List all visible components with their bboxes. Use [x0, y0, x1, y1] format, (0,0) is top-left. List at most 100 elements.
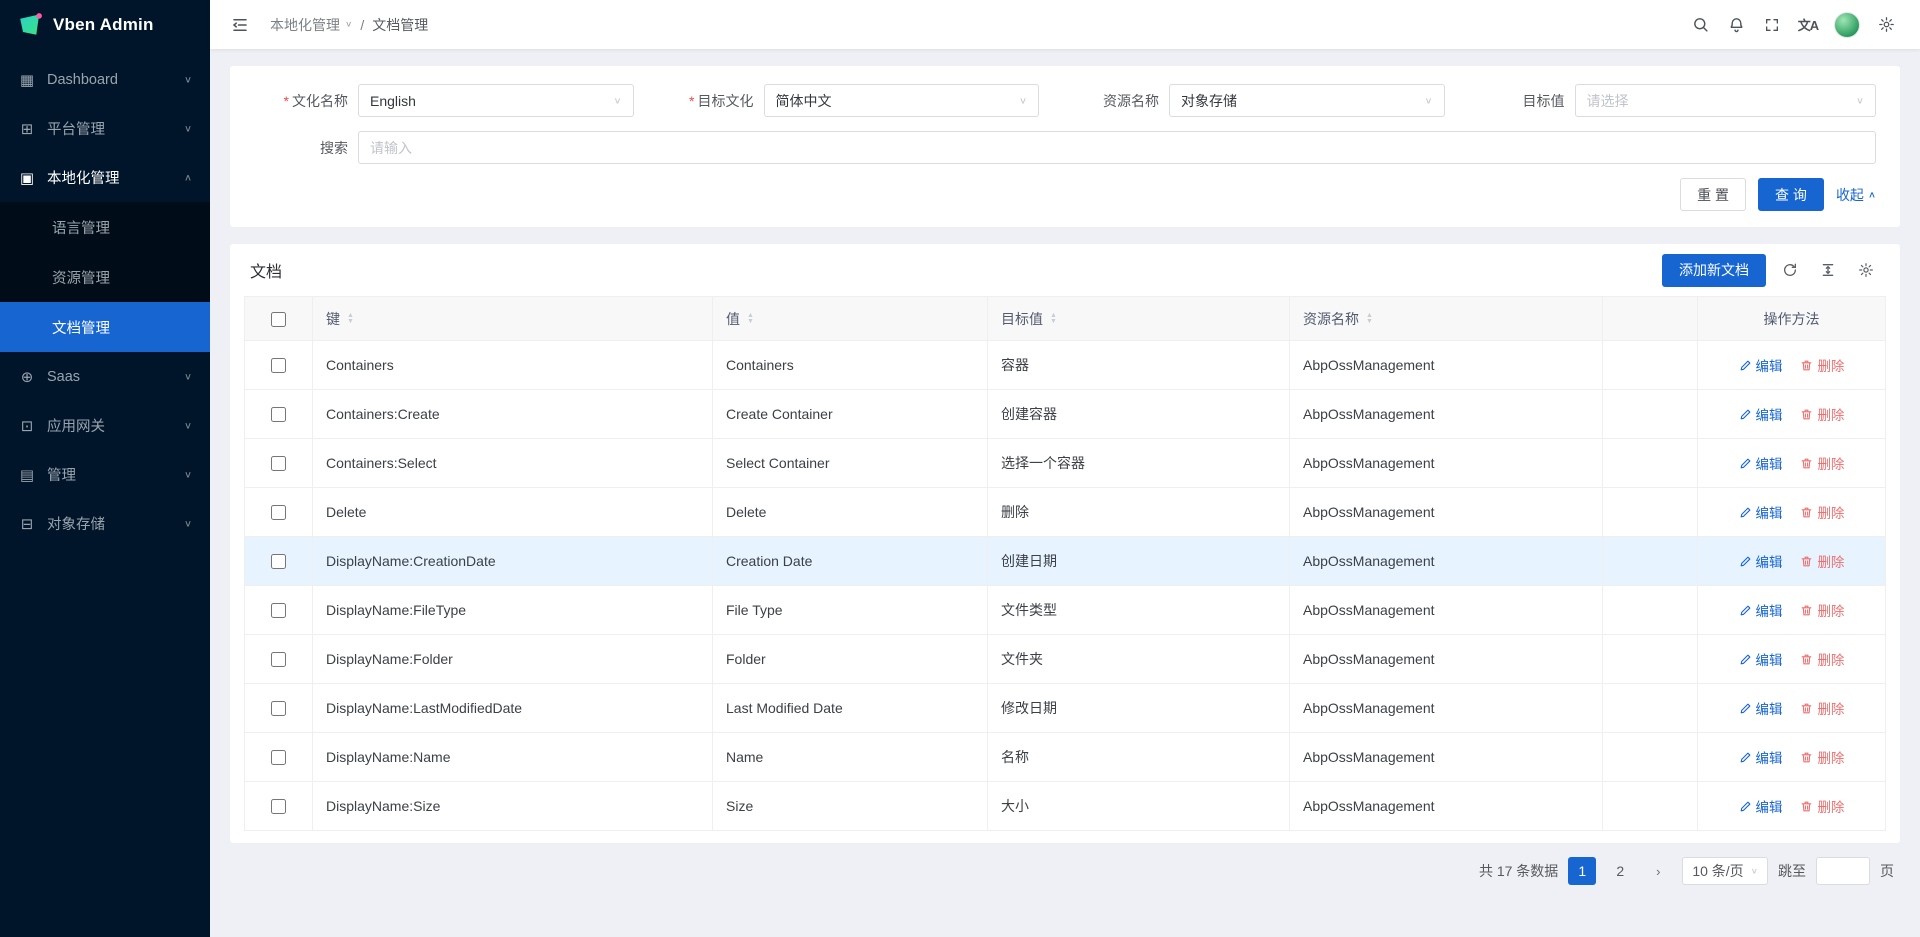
sidebar-item-document-management[interactable]: 文档管理 — [0, 302, 210, 352]
translate-icon[interactable]: 文A — [1792, 9, 1824, 41]
search-icon[interactable] — [1684, 9, 1716, 41]
next-page-button[interactable]: › — [1644, 857, 1672, 885]
notification-bell-icon[interactable] — [1720, 9, 1752, 41]
target-value-select[interactable]: 请选择 ∨ — [1575, 84, 1877, 117]
cell-key: DisplayName:Folder — [313, 635, 713, 684]
sidebar-item-saas[interactable]: ⊕ Saas ∨ — [0, 352, 210, 401]
delete-link[interactable]: 删除 — [1800, 502, 1844, 522]
page-button-1[interactable]: 1 — [1568, 857, 1596, 885]
add-document-button[interactable]: 添加新文档 — [1662, 254, 1766, 287]
sort-icon[interactable]: ▲▼ — [747, 313, 754, 325]
cell-value: Create Container — [713, 390, 988, 439]
row-checkbox[interactable] — [271, 799, 286, 814]
culture-name-field: *文化名称 English ∨ — [254, 84, 660, 117]
delete-link[interactable]: 删除 — [1800, 404, 1844, 424]
cell-target-value: 创建容器 — [988, 390, 1290, 439]
page-size-select[interactable]: 10 条/页 ∨ — [1682, 857, 1768, 885]
sidebar-item-management[interactable]: ▤ 管理 ∨ — [0, 450, 210, 499]
row-checkbox[interactable] — [271, 505, 286, 520]
search-input[interactable] — [358, 131, 1876, 164]
row-checkbox[interactable] — [271, 652, 286, 667]
resource-name-select[interactable]: 对象存储 ∨ — [1169, 84, 1445, 117]
edit-link[interactable]: 编辑 — [1739, 404, 1783, 424]
sidebar-item-object-storage[interactable]: ⊟ 对象存储 ∨ — [0, 499, 210, 548]
refresh-icon[interactable] — [1776, 256, 1804, 284]
cell-resource-name: AbpOssManagement — [1290, 782, 1603, 831]
sidebar-item-label: 平台管理 — [47, 118, 105, 139]
avatar[interactable] — [1834, 12, 1860, 38]
delete-link[interactable]: 删除 — [1800, 747, 1844, 767]
page-button-2[interactable]: 2 — [1606, 857, 1634, 885]
delete-link[interactable]: 删除 — [1800, 698, 1844, 718]
edit-link[interactable]: 编辑 — [1739, 355, 1783, 375]
query-button[interactable]: 查 询 — [1758, 178, 1824, 211]
sort-icon[interactable]: ▲▼ — [347, 313, 354, 325]
delete-link[interactable]: 删除 — [1800, 796, 1844, 816]
cell-key: Containers — [313, 341, 713, 390]
jump-to-page-input[interactable] — [1816, 857, 1870, 885]
sidebar-item-gateway[interactable]: ⊡ 应用网关 ∨ — [0, 401, 210, 450]
edit-link[interactable]: 编辑 — [1739, 502, 1783, 522]
edit-link[interactable]: 编辑 — [1739, 747, 1783, 767]
cell-key: DisplayName:Name — [313, 733, 713, 782]
edit-link[interactable]: 编辑 — [1739, 551, 1783, 571]
edit-link[interactable]: 编辑 — [1739, 600, 1783, 620]
menu-fold-icon[interactable] — [224, 9, 256, 41]
sidebar-item-dashboard[interactable]: ▦ Dashboard ∨ — [0, 55, 210, 104]
edit-link[interactable]: 编辑 — [1739, 698, 1783, 718]
sidebar-item-localization[interactable]: ▣ 本地化管理 ∧ — [0, 153, 210, 202]
pencil-icon — [1739, 702, 1752, 715]
select-all-checkbox[interactable] — [271, 312, 286, 327]
row-checkbox[interactable] — [271, 407, 286, 422]
row-checkbox[interactable] — [271, 701, 286, 716]
sidebar-item-resource-management[interactable]: 资源管理 — [0, 252, 210, 302]
collapse-button[interactable]: 收起 ∧ — [1836, 185, 1876, 205]
row-checkbox[interactable] — [271, 603, 286, 618]
reset-button[interactable]: 重 置 — [1680, 178, 1746, 211]
column-header-resource-name[interactable]: 资源名称 ▲▼ — [1290, 297, 1603, 341]
fullscreen-icon[interactable] — [1756, 9, 1788, 41]
cell-blank — [1603, 341, 1698, 390]
delete-link[interactable]: 删除 — [1800, 551, 1844, 571]
sidebar-menu: ▦ Dashboard ∨ ⊞ 平台管理 ∨ ▣ 本地化管理 ∧ 语言管理 资源… — [0, 49, 210, 548]
cell-resource-name: AbpOssManagement — [1290, 341, 1603, 390]
cell-resource-name: AbpOssManagement — [1290, 537, 1603, 586]
localization-icon: ▣ — [18, 169, 36, 187]
delete-link[interactable]: 删除 — [1800, 453, 1844, 473]
delete-link[interactable]: 删除 — [1800, 600, 1844, 620]
target-culture-select[interactable]: 简体中文 ∨ — [764, 84, 1040, 117]
sort-icon[interactable]: ▲▼ — [1366, 313, 1373, 325]
sidebar-item-language-management[interactable]: 语言管理 — [0, 202, 210, 252]
culture-name-select[interactable]: English ∨ — [358, 84, 634, 117]
delete-link[interactable]: 删除 — [1800, 649, 1844, 669]
gateway-icon: ⊡ — [18, 417, 36, 435]
target-value-placeholder: 请选择 — [1587, 91, 1629, 111]
sidebar-item-platform[interactable]: ⊞ 平台管理 ∨ — [0, 104, 210, 153]
row-height-icon[interactable] — [1814, 256, 1842, 284]
cell-blank — [1603, 537, 1698, 586]
row-checkbox[interactable] — [271, 456, 286, 471]
column-header-key[interactable]: 键 ▲▼ — [313, 297, 713, 341]
edit-link[interactable]: 编辑 — [1739, 453, 1783, 473]
table-header-row: 键 ▲▼ 值 ▲▼ 目标值 ▲▼ — [245, 297, 1886, 341]
breadcrumb-parent[interactable]: 本地化管理 ∨ — [270, 15, 352, 35]
logo[interactable]: Vben Admin — [0, 0, 210, 49]
edit-link[interactable]: 编辑 — [1739, 796, 1783, 816]
row-checkbox[interactable] — [271, 554, 286, 569]
main-area: 本地化管理 ∨ / 文档管理 — [210, 0, 1920, 937]
trash-icon — [1800, 457, 1813, 470]
trash-icon — [1800, 604, 1813, 617]
column-header-value[interactable]: 值 ▲▼ — [713, 297, 988, 341]
edit-link[interactable]: 编辑 — [1739, 649, 1783, 669]
row-checkbox[interactable] — [271, 358, 286, 373]
column-settings-gear-icon[interactable] — [1852, 256, 1880, 284]
sort-icon[interactable]: ▲▼ — [1050, 313, 1057, 325]
chevron-down-icon: ∨ — [184, 420, 192, 431]
settings-gear-icon[interactable] — [1870, 9, 1902, 41]
sidebar-item-label: Saas — [47, 369, 80, 385]
column-header-target-value[interactable]: 目标值 ▲▼ — [988, 297, 1290, 341]
trash-icon — [1800, 751, 1813, 764]
row-checkbox[interactable] — [271, 750, 286, 765]
pencil-icon — [1739, 457, 1752, 470]
delete-link[interactable]: 删除 — [1800, 355, 1844, 375]
